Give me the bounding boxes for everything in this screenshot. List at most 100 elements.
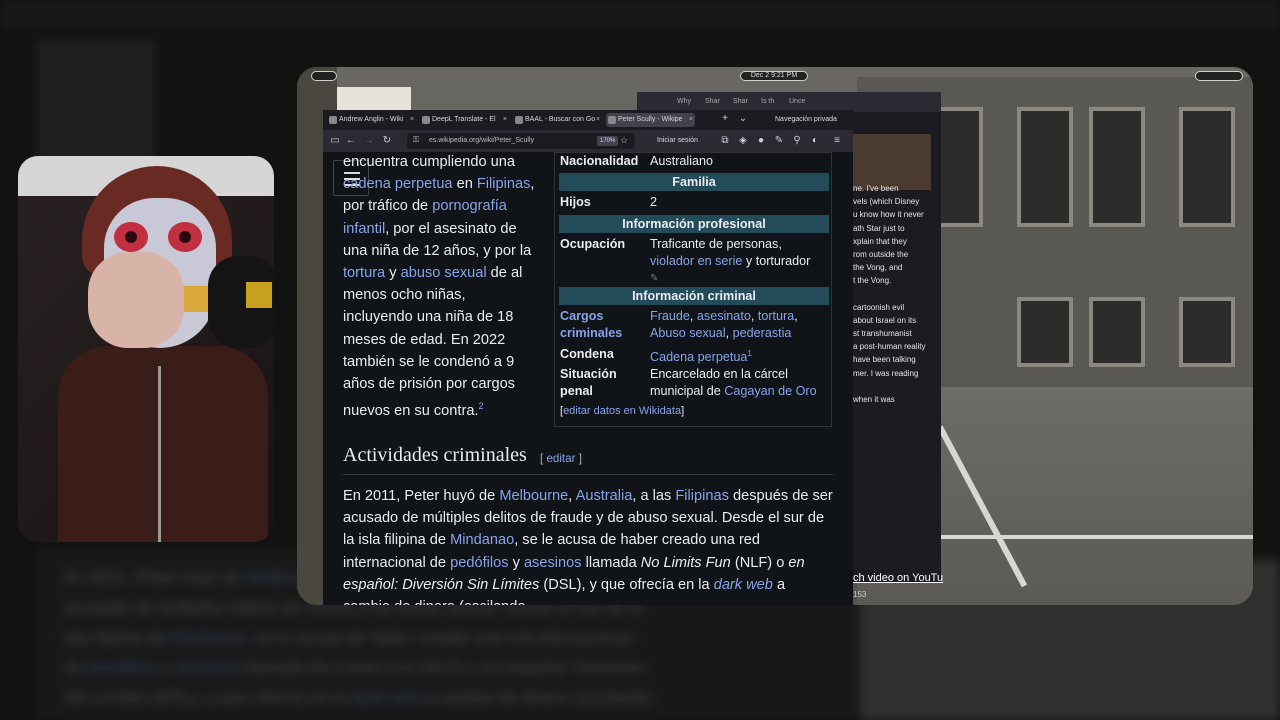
article-link[interactable]: abuso sexual bbox=[401, 265, 487, 281]
life-sentence-link[interactable]: Cadena perpetua bbox=[650, 350, 747, 364]
infobox-row-situacion: Situación penal Encarcelado en la cárcel… bbox=[560, 366, 830, 402]
forward-icon[interactable]: → bbox=[363, 135, 375, 147]
article-text: En 2011, Peter huyó de bbox=[343, 488, 500, 504]
activities-button[interactable] bbox=[311, 71, 337, 81]
wikidata-edit-link[interactable]: editar datos en Wikidata bbox=[563, 405, 681, 417]
infobox-key-link[interactable]: Cargos criminales bbox=[560, 308, 644, 341]
heading-divider bbox=[343, 474, 833, 475]
close-tab-icon[interactable]: × bbox=[410, 113, 414, 127]
infobox-header-familia: Familia bbox=[559, 173, 829, 191]
article-link[interactable]: dark web bbox=[714, 577, 773, 593]
url-bar[interactable]: ⚿ es.wikipedia.org/wiki/Peter_Scully 170… bbox=[407, 133, 635, 149]
charge-link[interactable]: asesinato bbox=[697, 309, 751, 323]
new-tab-button[interactable]: + bbox=[719, 113, 731, 125]
browser-tab[interactable]: BAAL - Buscar con Go × bbox=[513, 113, 602, 127]
addon-icon[interactable]: ✎ bbox=[773, 135, 785, 147]
reload-icon[interactable]: ↻ bbox=[381, 135, 393, 147]
article-text: llamada bbox=[581, 554, 641, 571]
blurred-text-segment: y bbox=[155, 658, 174, 677]
article-text: (DSL), y que ofrecía en la bbox=[539, 576, 714, 593]
tab-label: BAAL - Buscar con Go bbox=[525, 116, 596, 123]
charge-link[interactable]: pederastia bbox=[733, 326, 792, 340]
article-link[interactable]: tortura bbox=[343, 265, 385, 281]
system-topbar: Dec 2 9:21 PM bbox=[297, 67, 1253, 85]
blurred-text-segment: Sin Límites (DSL), y que ofrecía en la bbox=[64, 688, 352, 707]
blurred-text-segment: , se le acusa de haber creado una red in… bbox=[245, 628, 633, 647]
system-clock[interactable]: Dec 2 9:21 PM bbox=[740, 71, 808, 81]
reference-link[interactable]: 2 bbox=[478, 401, 483, 411]
key-icon[interactable]: ⚲ bbox=[791, 135, 803, 147]
tab-bar: Andrew Anglin - Wiki × DeepL Translate - E… bbox=[323, 110, 853, 130]
close-tab-icon[interactable]: × bbox=[689, 113, 693, 127]
streamer-hand bbox=[88, 252, 184, 348]
bookmark-star-icon[interactable]: ☆ bbox=[620, 135, 628, 146]
browser-window[interactable]: Andrew Anglin - Wiki × DeepL Translate - E… bbox=[323, 110, 853, 605]
infobox-key: Hijos bbox=[560, 195, 591, 209]
background-tab-bar: Why Shar Shar Is th Unce bbox=[637, 92, 941, 112]
article-text: y bbox=[508, 554, 524, 571]
separator: , bbox=[725, 325, 733, 340]
background-tab[interactable]: Shar bbox=[705, 95, 731, 109]
blurred-text-segment: a cambio de dinero (oscilando bbox=[420, 688, 652, 707]
back-icon[interactable]: ← bbox=[345, 135, 357, 147]
article-link[interactable]: Melbourne bbox=[499, 488, 568, 504]
zoom-level[interactable]: 170% bbox=[597, 136, 619, 146]
sign-in-button[interactable]: Iniciar sesión bbox=[657, 135, 698, 147]
close-tab-icon[interactable]: × bbox=[596, 113, 600, 127]
article-link[interactable]: Filipinas bbox=[675, 488, 729, 504]
article-link[interactable]: asesinos bbox=[524, 555, 582, 571]
tab-label: Andrew Anglin - Wiki bbox=[339, 116, 404, 123]
infobox-value: Traficante de personas, violador en serie… bbox=[650, 236, 830, 288]
url-text: es.wikipedia.org/wiki/Peter_Scully bbox=[429, 137, 535, 144]
article-link[interactable]: Filipinas bbox=[477, 176, 531, 192]
account-icon[interactable]: ◐ bbox=[809, 135, 821, 147]
building-window bbox=[1179, 297, 1235, 367]
article-link[interactable]: Mindanao bbox=[450, 532, 514, 548]
tab-favicon-icon bbox=[329, 116, 337, 124]
infobox-value: 2 bbox=[650, 195, 658, 209]
system-tray[interactable] bbox=[1195, 71, 1243, 81]
background-tab[interactable]: Unce bbox=[789, 95, 815, 109]
serial-rapist-link[interactable]: violador en serie bbox=[650, 254, 742, 268]
close-tab-icon[interactable]: × bbox=[503, 113, 507, 127]
background-text-line: have been talking bbox=[853, 355, 916, 365]
blurred-text-line: Sin Límites (DSL), y que ofrecía en la d… bbox=[64, 683, 724, 713]
charge-link[interactable]: Abuso sexual bbox=[650, 326, 726, 340]
infobox-row-ocupacion: Ocupación Traficante de personas, violado… bbox=[560, 236, 830, 286]
charge-link[interactable]: Fraude bbox=[650, 309, 690, 323]
article-link[interactable]: cadena perpetua bbox=[343, 176, 453, 192]
edit-pencil-icon[interactable]: ✎ bbox=[650, 273, 658, 284]
occupation-text: Traficante de personas, bbox=[650, 237, 782, 251]
cagayan-link[interactable]: Cagayan de Oro bbox=[724, 384, 816, 398]
background-tab[interactable]: Is th bbox=[761, 95, 787, 109]
browser-tab[interactable]: Peter Scully - Wikipe × bbox=[606, 113, 695, 127]
shield-icon[interactable]: ◈ bbox=[737, 135, 749, 147]
background-text-line: ne. I've been bbox=[853, 184, 899, 193]
cookie-icon[interactable]: ● bbox=[755, 135, 767, 147]
sidebar-icon[interactable]: ▭ bbox=[329, 135, 341, 147]
watch-video-link[interactable]: ch video on YouTu bbox=[853, 572, 943, 584]
edit-section-link[interactable]: editar bbox=[546, 452, 575, 465]
article-text: , bbox=[568, 488, 576, 504]
infobox-row-cargos: Cargos criminales Fraude, asesinato, tor… bbox=[560, 308, 830, 342]
list-tabs-icon[interactable]: ⌄ bbox=[737, 113, 749, 125]
wall-sticker bbox=[246, 282, 272, 308]
app-menu-icon[interactable]: ≡ bbox=[831, 135, 843, 147]
background-text-line: the Vong, and bbox=[853, 263, 903, 273]
article-link[interactable]: pedófilos bbox=[450, 555, 508, 571]
background-text-line: xplain that they bbox=[853, 236, 907, 246]
article-link[interactable]: Australia bbox=[576, 488, 633, 504]
extensions-icon[interactable]: ⧉ bbox=[719, 135, 731, 147]
browser-tab[interactable]: DeepL Translate - El × bbox=[420, 113, 509, 127]
blurred-text-segment: En 2011, Peter huyó de bbox=[64, 568, 247, 587]
browser-tab[interactable]: Andrew Anglin - Wiki × bbox=[327, 113, 416, 127]
building-window bbox=[1089, 297, 1145, 367]
view-count: 153 bbox=[853, 590, 867, 599]
reference-link[interactable]: 1 bbox=[747, 349, 751, 358]
background-tab[interactable]: Shar bbox=[733, 95, 759, 109]
background-tab[interactable]: Why bbox=[677, 95, 703, 109]
building-window bbox=[1017, 107, 1073, 227]
background-text-line: vels (which Disney bbox=[853, 197, 920, 207]
charge-link[interactable]: tortura bbox=[758, 309, 794, 323]
infobox-footer: [editar datos en Wikidata] bbox=[560, 405, 685, 417]
